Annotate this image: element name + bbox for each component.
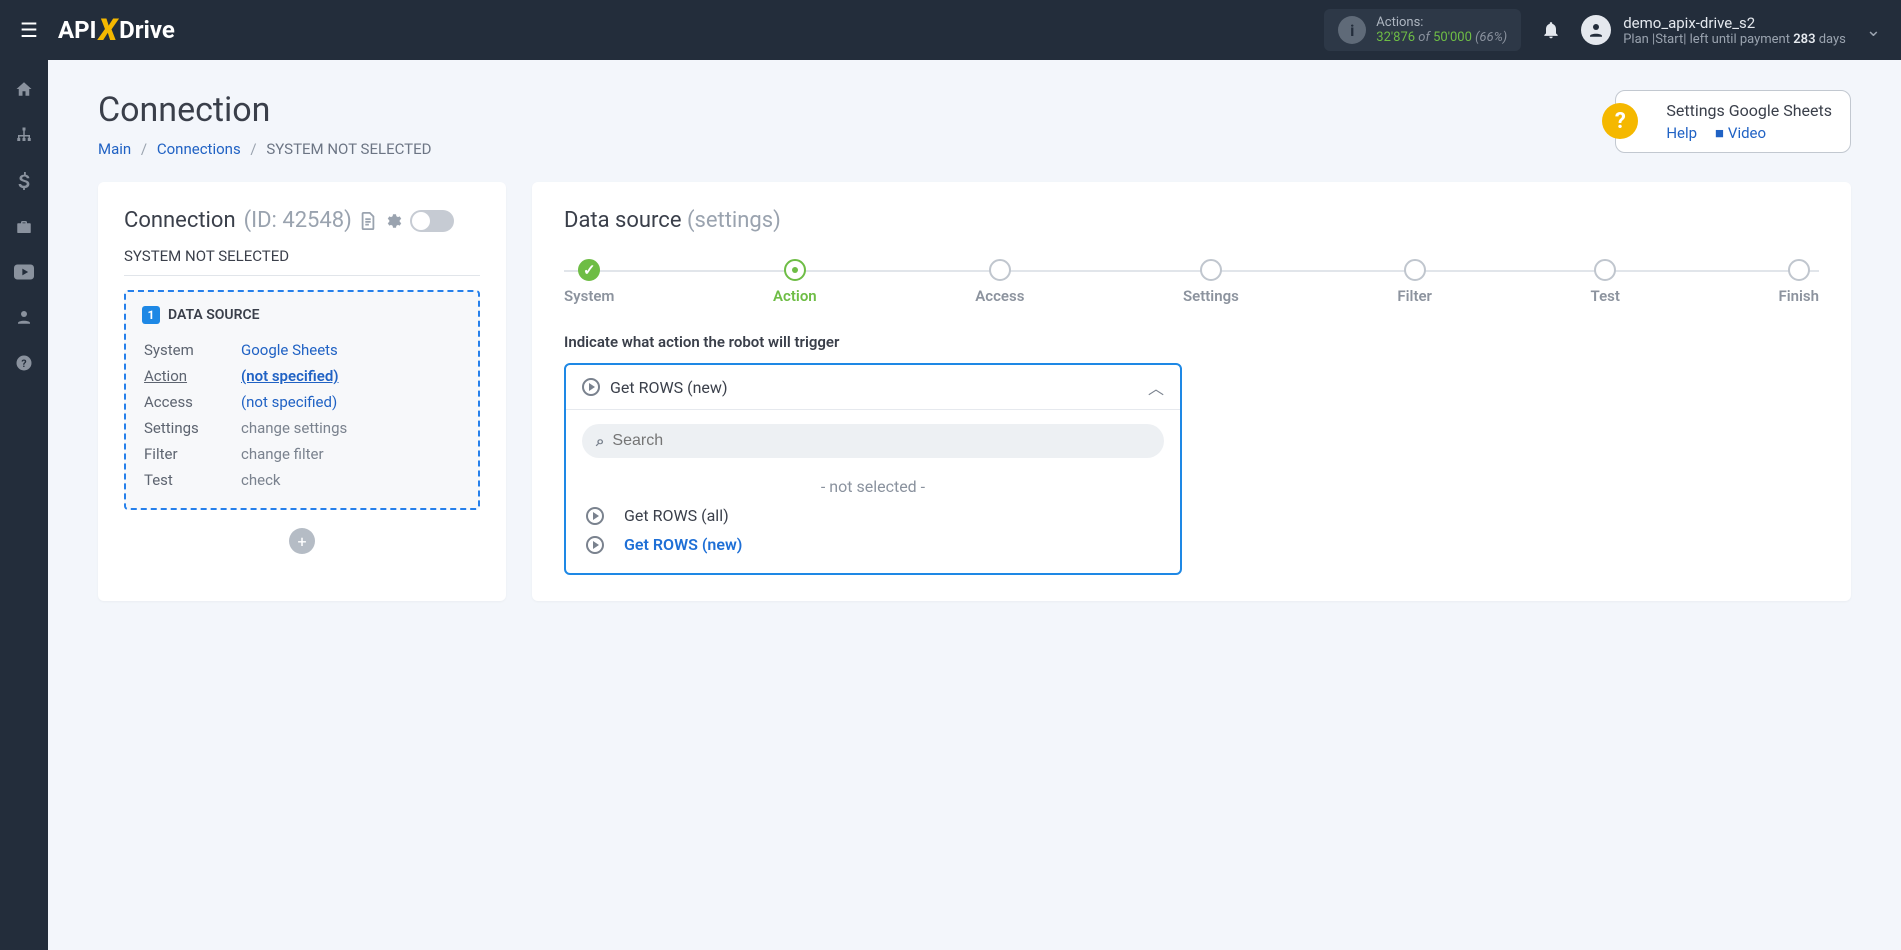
connection-id: (ID: 42548) (244, 208, 352, 233)
chevron-down-icon[interactable]: ⌄ (1866, 20, 1881, 41)
settings-card: Data source (settings) ✓System Action Ac… (532, 182, 1851, 601)
system-value[interactable]: Google Sheets (241, 341, 338, 359)
actions-used: 32'876 (1376, 30, 1415, 45)
briefcase-icon[interactable] (15, 218, 33, 236)
ds-title: Data source (564, 208, 687, 233)
breadcrumb-main[interactable]: Main (98, 140, 131, 158)
help-link[interactable]: Help (1666, 124, 1697, 142)
connection-subhead: SYSTEM NOT SELECTED (124, 247, 480, 276)
data-source-title: DATA SOURCE (168, 307, 260, 323)
option-get-rows-all[interactable]: Get ROWS (all) (582, 501, 1164, 530)
user-name: demo_apix-drive_s2 (1623, 14, 1846, 32)
settings-value: change settings (241, 416, 460, 440)
search-box[interactable]: ⌕ (582, 424, 1164, 458)
step-access[interactable]: Access (975, 259, 1024, 305)
step-system[interactable]: ✓System (564, 259, 614, 305)
avatar-icon (1581, 15, 1611, 45)
step-badge: 1 (142, 306, 160, 324)
gear-icon[interactable] (384, 212, 402, 230)
question-icon: ? (1602, 103, 1638, 139)
menu-toggle[interactable]: ☰ (20, 18, 38, 42)
option-get-rows-new[interactable]: Get ROWS (new) (582, 530, 1164, 559)
stepper: ✓System Action Access Settings Filter Te… (564, 259, 1819, 305)
help-title: Settings Google Sheets (1666, 101, 1832, 120)
prompt-label: Indicate what action the robot will trig… (564, 333, 1819, 351)
svg-text:?: ? (21, 357, 26, 370)
breadcrumb: Main / Connections / SYSTEM NOT SELECTED (98, 140, 431, 158)
actions-usage[interactable]: i Actions: 32'876 of 50'000 (66%) (1324, 9, 1521, 51)
row-label-action: Action (144, 364, 239, 388)
info-icon: i (1338, 16, 1366, 44)
search-input[interactable] (612, 432, 1150, 450)
row-label-test: Test (144, 468, 239, 492)
play-icon (586, 536, 604, 554)
connection-card: Connection (ID: 42548) SYSTEM NOT SELECT… (98, 182, 506, 601)
step-filter[interactable]: Filter (1397, 259, 1432, 305)
sidebar: ? (0, 60, 48, 950)
data-source-panel: 1 DATA SOURCE SystemGoogle Sheets Action… (124, 290, 480, 510)
access-value[interactable]: (not specified) (241, 393, 337, 411)
play-icon (586, 507, 604, 525)
page-title: Connection (98, 90, 431, 130)
help-panel: ? Settings Google Sheets Help ■Video (1615, 90, 1851, 153)
enable-toggle[interactable] (410, 210, 454, 232)
breadcrumb-current: SYSTEM NOT SELECTED (266, 140, 431, 158)
step-settings[interactable]: Settings (1183, 259, 1239, 305)
dropdown-head[interactable]: Get ROWS (new) ︿ (566, 365, 1180, 410)
dropdown-selected: Get ROWS (new) (610, 378, 728, 397)
row-label-filter: Filter (144, 442, 239, 466)
search-icon: ⌕ (596, 432, 604, 450)
ds-subtitle: (settings) (687, 208, 781, 233)
help-icon[interactable]: ? (15, 354, 33, 372)
user-menu[interactable]: demo_apix-drive_s2 Plan |Start| left unt… (1581, 14, 1846, 47)
actions-label: Actions: (1376, 15, 1507, 30)
video-icon: ■ (1715, 124, 1724, 142)
row-label-system: System (144, 338, 239, 362)
step-action[interactable]: Action (773, 259, 817, 305)
youtube-icon[interactable] (14, 264, 34, 280)
profile-icon[interactable] (15, 308, 33, 326)
logo[interactable]: APIXDrive (58, 13, 175, 48)
breadcrumb-connections[interactable]: Connections (157, 140, 241, 158)
add-button[interactable]: + (289, 528, 315, 554)
home-icon[interactable] (15, 80, 33, 98)
bell-icon[interactable] (1541, 20, 1561, 40)
video-link[interactable]: Video (1728, 124, 1766, 142)
filter-value: change filter (241, 442, 460, 466)
option-not-selected[interactable]: - not selected - (582, 472, 1164, 501)
connection-label: Connection (124, 208, 236, 233)
connections-icon[interactable] (15, 126, 33, 144)
row-label-access: Access (144, 390, 239, 414)
test-value: check (241, 468, 460, 492)
billing-icon[interactable] (18, 172, 30, 190)
play-icon (582, 378, 600, 396)
user-plan: Plan |Start| left until payment 283 days (1623, 32, 1846, 47)
document-icon[interactable] (360, 212, 376, 230)
row-label-settings: Settings (144, 416, 239, 440)
action-dropdown: Get ROWS (new) ︿ ⌕ - not selected - Get … (564, 363, 1182, 575)
chevron-up-icon: ︿ (1148, 375, 1164, 399)
step-finish[interactable]: Finish (1778, 259, 1819, 305)
action-value[interactable]: (not specified) (241, 367, 339, 385)
step-test[interactable]: Test (1591, 259, 1620, 305)
